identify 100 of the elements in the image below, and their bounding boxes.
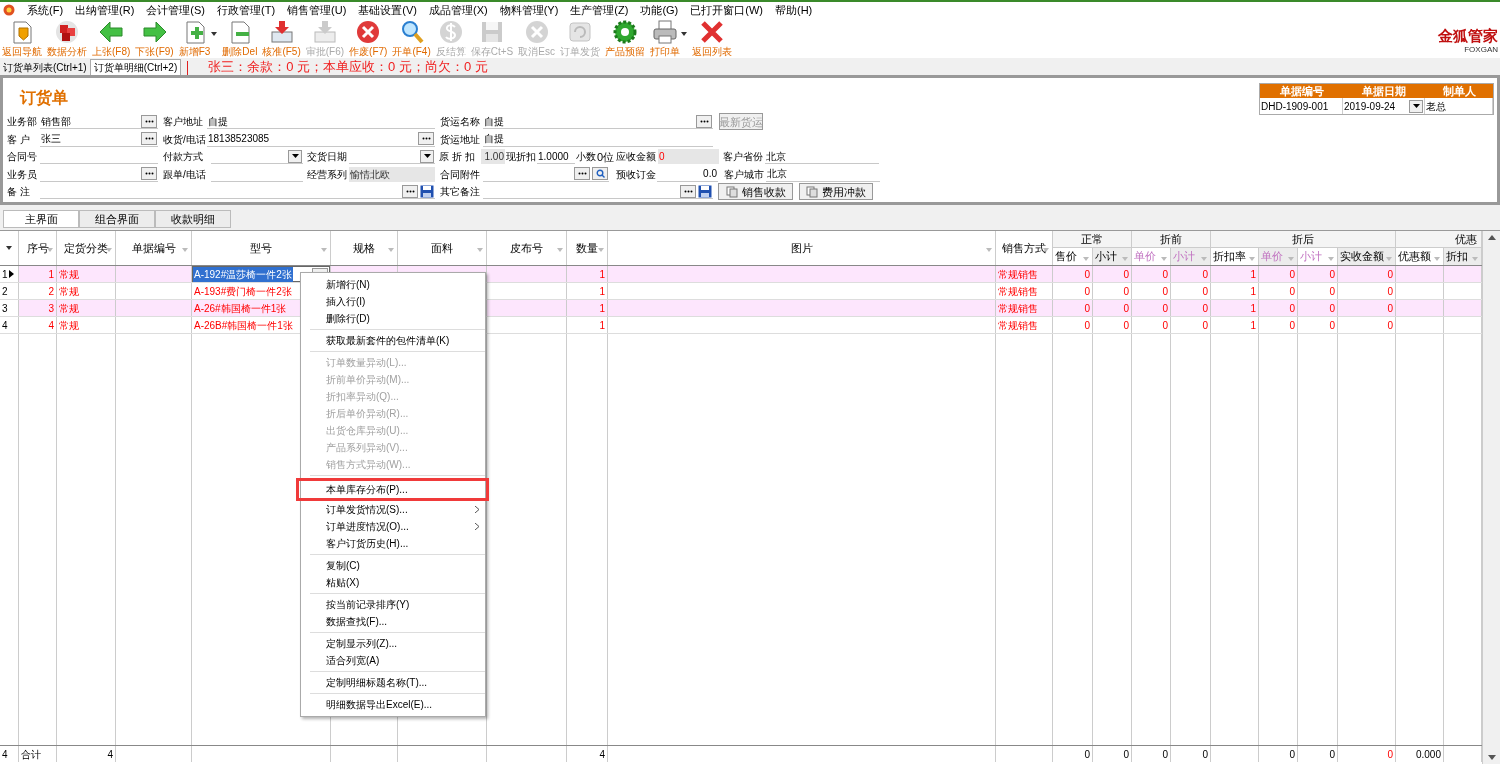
table-cell-text: 1 [599, 284, 605, 299]
table-cell-text: 常规 [59, 267, 79, 282]
field-label: 交货日期 [307, 150, 348, 165]
table-cell-text: 0 [1202, 267, 1208, 282]
field-label: 业务员 [7, 167, 38, 182]
table-cell-text: 0 [1387, 284, 1393, 299]
info-header: 单据日期 [1361, 84, 1407, 98]
table-cell-text: A-26#韩国椅一件1张 [194, 301, 287, 316]
row-number: 4 [2, 747, 8, 762]
table-cell-text: 0 [1084, 284, 1090, 299]
field-label: 跟单/电话 [163, 167, 207, 182]
table-cell-text: 0 [1084, 267, 1090, 282]
row-number: 1 [2, 267, 8, 282]
field-label: 合同附件 [440, 167, 481, 182]
row-number: 2 [2, 284, 8, 299]
table-cell-text: A-26B#韩国椅一件1张 [194, 318, 293, 333]
field-label: 收货/电话 [163, 132, 207, 147]
field-label: 客户城市 [724, 167, 765, 182]
logo-title: 金狐管家 [1438, 27, 1498, 45]
table-cell-text: 常规 [59, 284, 79, 299]
table-cell-text: 4 [48, 318, 54, 333]
table-cell-text: 1 [1250, 318, 1256, 333]
table-cell-text: 0 [1289, 747, 1295, 762]
field-label: 客 户 [7, 132, 31, 147]
group-header: 折后 [1291, 231, 1315, 247]
field-label: 原 折 扣 [439, 150, 476, 165]
table-cell-text: 常规销售 [998, 301, 1038, 316]
info-header: 制单人 [1441, 84, 1477, 98]
table-cell-text: 0 [1123, 284, 1129, 299]
table-cell-text: 0 [1084, 747, 1090, 762]
table-cell-text: 0 [1329, 318, 1335, 333]
table-cell-text: 常规销售 [998, 267, 1038, 282]
field-label: 付款方式 [163, 150, 204, 165]
table-cell-text: 0 [1289, 318, 1295, 333]
table-cell-text: 0.000 [1415, 747, 1441, 762]
table-cell-text: 常规销售 [998, 318, 1038, 333]
field-label: 预收订金 [616, 167, 657, 182]
field-label: 货运名称 [440, 115, 481, 130]
table-cell-text: 0 [1162, 301, 1168, 316]
table-cell-text: 0 [1329, 301, 1335, 316]
field-label: 业务部 [7, 115, 38, 130]
table-cell-text: 0 [1202, 318, 1208, 333]
table-cell-text: 0 [1162, 284, 1168, 299]
group-header: 优惠 [1454, 231, 1478, 247]
table-cell-text: 常规销售 [998, 284, 1038, 299]
table-cell-text: 0 [1202, 301, 1208, 316]
table-cell-text: 4 [107, 747, 113, 762]
table-cell-text: 1 [599, 301, 605, 316]
table-cell-text: 合计 [21, 747, 41, 762]
table-cell-text: 1 [1250, 301, 1256, 316]
field-label: 客户省份 [723, 150, 764, 165]
table-cell-text: 2 [48, 284, 54, 299]
table-cell-text: 0 [1123, 267, 1129, 282]
table-cell-text: 0 [1329, 284, 1335, 299]
table-cell-text: 1 [1250, 284, 1256, 299]
table-cell-text: 3 [48, 301, 54, 316]
table-cell-text: 0 [1162, 318, 1168, 333]
table-cell-text: 0 [1162, 267, 1168, 282]
field-label: 应收金额 [616, 150, 657, 165]
row-number: 4 [2, 318, 8, 333]
field-label: 现折扣 [506, 150, 537, 165]
table-cell-text: 0 [1387, 267, 1393, 282]
table-cell-text: 0 [1084, 318, 1090, 333]
table-cell-text: 0 [1123, 747, 1129, 762]
table-cell-text: 0 [1329, 267, 1335, 282]
field-label: 其它备注 [440, 185, 481, 200]
field-value: 0位 [597, 149, 615, 165]
table-cell-text: 0 [1387, 747, 1393, 762]
table-cell-text: 0 [1289, 301, 1295, 316]
balance-status: 张三：余款：0 元；本单应收：0 元；尚欠：0 元 [208, 59, 488, 75]
table-cell-text: 1 [1250, 267, 1256, 282]
group-header: 正常 [1080, 231, 1104, 247]
table-cell-text: 0 [1289, 267, 1295, 282]
table-cell-text: 0 [1387, 301, 1393, 316]
form-title: 订货单 [20, 88, 69, 109]
field-label: 备 注 [7, 185, 31, 200]
table-cell-text: 0 [1387, 318, 1393, 333]
field-label: 货运地址 [440, 132, 481, 147]
group-header: 折前 [1159, 231, 1183, 247]
table-cell-text: 0 [1123, 301, 1129, 316]
table-cell-text: 4 [599, 747, 605, 762]
row-number: 3 [2, 301, 8, 316]
table-cell-text: 0 [1329, 747, 1335, 762]
field-label: 小数 [576, 150, 597, 165]
field-label: 经营系列 [307, 167, 348, 182]
table-cell-text: 0 [1202, 284, 1208, 299]
info-header: 单据编号 [1278, 84, 1325, 98]
table-cell-text: 常规 [59, 301, 79, 316]
table-cell-text: 1 [599, 318, 605, 333]
table-cell-text: 0 [1084, 301, 1090, 316]
table-cell-text: 0 [1162, 747, 1168, 762]
table-cell-text: 0 [1289, 284, 1295, 299]
field-label: 客户地址 [163, 115, 204, 130]
table-cell-text: A-193#费门椅一件2张 [194, 284, 292, 299]
table-cell-text: 1 [599, 267, 605, 282]
table-cell-text: 0 [1202, 747, 1208, 762]
logo-subtitle: FOXGAN [1464, 45, 1498, 54]
table-cell-text: 1 [48, 267, 54, 282]
info-value: 老总 [1426, 99, 1447, 114]
table-cell-text: 0 [1123, 318, 1129, 333]
